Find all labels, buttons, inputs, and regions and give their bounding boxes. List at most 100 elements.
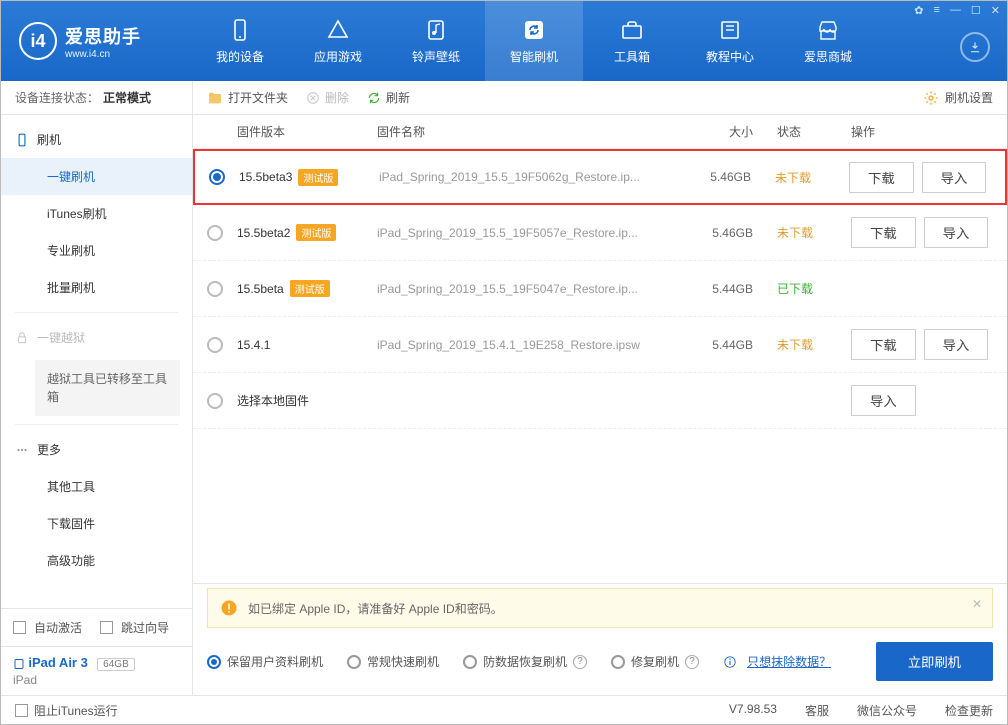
- col-size: 大小: [673, 123, 753, 140]
- update-link[interactable]: 检查更新: [945, 702, 993, 719]
- sidebar-item-oneclick[interactable]: 一键刷机: [1, 158, 192, 195]
- close-button[interactable]: ✕: [991, 4, 1000, 17]
- sidebar-item-other[interactable]: 其他工具: [1, 468, 192, 505]
- footer: 阻止iTunes运行 V7.98.53 客服 微信公众号 检查更新: [1, 695, 1007, 725]
- skip-guide-checkbox[interactable]: [100, 621, 113, 634]
- sidebar-head-more[interactable]: 更多: [1, 431, 192, 468]
- download-button[interactable]: 下载: [851, 329, 916, 360]
- maximize-button[interactable]: ☐: [971, 4, 981, 17]
- app-name: 爱思助手: [65, 23, 141, 49]
- fw-version: 15.5beta3测试版: [239, 169, 379, 186]
- fw-radio[interactable]: [207, 281, 223, 297]
- sidebar-head-flash[interactable]: 刷机: [1, 121, 192, 158]
- nav-my-device[interactable]: 我的设备: [191, 1, 289, 81]
- nav-ringtones[interactable]: 铃声壁纸: [387, 1, 485, 81]
- opt-normal[interactable]: 常规快速刷机: [347, 653, 439, 670]
- fw-radio[interactable]: [209, 169, 225, 185]
- local-fw-radio[interactable]: [207, 393, 223, 409]
- download-button[interactable]: 下载: [851, 217, 916, 248]
- device-icon: [228, 18, 252, 42]
- sidebar-item-itunes[interactable]: iTunes刷机: [1, 195, 192, 232]
- import-button[interactable]: 导入: [922, 162, 987, 193]
- nav-flash[interactable]: 智能刷机: [485, 1, 583, 81]
- col-ops: 操作: [833, 123, 993, 140]
- auto-activate-checkbox[interactable]: [13, 621, 26, 634]
- version-label: V7.98.53: [729, 702, 777, 719]
- window-controls: ✿ ≡ — ☐ ✕: [914, 4, 1000, 17]
- download-button[interactable]: 下载: [849, 162, 914, 193]
- fw-size: 5.44GB: [673, 338, 753, 352]
- local-firmware-row: 选择本地固件 导入: [193, 373, 1007, 429]
- apps-icon: [326, 18, 350, 42]
- toolbox-icon: [620, 18, 644, 42]
- beta-badge: 测试版: [296, 224, 336, 241]
- wechat-link[interactable]: 微信公众号: [857, 702, 917, 719]
- connection-status: 设备连接状态： 正常模式: [1, 81, 192, 115]
- sidebar: 设备连接状态： 正常模式 刷机 一键刷机 iTunes刷机 专业刷机 批量刷机 …: [1, 81, 193, 695]
- app-url: www.i4.cn: [65, 49, 141, 60]
- app-header: i4 爱思助手 www.i4.cn 我的设备 应用游戏 铃声壁纸 智能刷机 工具…: [1, 1, 1007, 81]
- fw-status: 未下载: [751, 169, 831, 186]
- beta-badge: 测试版: [298, 169, 338, 186]
- sidebar-item-batch[interactable]: 批量刷机: [1, 269, 192, 306]
- help-icon[interactable]: ?: [573, 655, 587, 669]
- minimize-button[interactable]: —: [950, 4, 961, 17]
- opt-keepdata[interactable]: 保留用户资料刷机: [207, 653, 323, 670]
- fw-status: 未下载: [753, 224, 833, 241]
- appleid-notice: 如已绑定 Apple ID，请准备好 Apple ID和密码。 ✕: [207, 588, 993, 628]
- nav-apps[interactable]: 应用游戏: [289, 1, 387, 81]
- nav-toolbox[interactable]: 工具箱: [583, 1, 681, 81]
- flash-settings-button[interactable]: 刷机设置: [923, 89, 993, 106]
- sidebar-item-pro[interactable]: 专业刷机: [1, 232, 192, 269]
- fw-radio[interactable]: [207, 337, 223, 353]
- block-itunes-checkbox[interactable]: [15, 704, 28, 717]
- refresh-button[interactable]: 刷新: [367, 89, 410, 106]
- firmware-row: 15.5beta2测试版iPad_Spring_2019_15.5_19F505…: [193, 205, 1007, 261]
- beta-badge: 测试版: [290, 280, 330, 297]
- opt-repair[interactable]: 修复刷机?: [611, 653, 699, 670]
- fw-size: 5.46GB: [673, 226, 753, 240]
- download-manager-icon[interactable]: [960, 32, 990, 62]
- help-icon[interactable]: ?: [685, 655, 699, 669]
- erase-link[interactable]: 只想抹除数据？: [747, 653, 831, 670]
- notice-close-icon[interactable]: ✕: [972, 597, 982, 611]
- open-folder-button[interactable]: 打开文件夹: [207, 89, 288, 106]
- music-icon: [424, 18, 448, 42]
- col-status: 状态: [753, 123, 833, 140]
- support-link[interactable]: 客服: [805, 702, 829, 719]
- fw-filename: iPad_Spring_2019_15.4.1_19E258_Restore.i…: [377, 338, 673, 352]
- flash-now-button[interactable]: 立即刷机: [876, 642, 993, 681]
- info-icon: [723, 655, 737, 669]
- sidebar-head-jailbreak: 一键越狱: [1, 319, 192, 356]
- refresh-icon: [522, 18, 546, 42]
- warning-icon: [220, 599, 238, 617]
- nav-store[interactable]: 爱思商城: [779, 1, 877, 81]
- nav-tutorials[interactable]: 教程中心: [681, 1, 779, 81]
- phone-icon: [15, 133, 29, 147]
- sidebar-item-download[interactable]: 下载固件: [1, 505, 192, 542]
- tablet-icon: [13, 658, 25, 670]
- more-icon: [15, 443, 29, 457]
- fw-size: 5.46GB: [671, 170, 751, 184]
- fw-filename: iPad_Spring_2019_15.5_19F5047e_Restore.i…: [377, 282, 673, 296]
- local-import-button[interactable]: 导入: [851, 385, 916, 416]
- device-info[interactable]: iPad Air 3 64GB iPad: [1, 646, 192, 695]
- gear-icon: [923, 90, 939, 106]
- delete-button[interactable]: 删除: [306, 89, 349, 106]
- delete-icon: [306, 91, 320, 105]
- fw-filename: iPad_Spring_2019_15.5_19F5057e_Restore.i…: [377, 226, 673, 240]
- import-button[interactable]: 导入: [924, 329, 989, 360]
- opt-antiloss[interactable]: 防数据恢复刷机?: [463, 653, 587, 670]
- settings-icon[interactable]: ✿: [914, 4, 923, 17]
- fw-status: 未下载: [753, 336, 833, 353]
- logo-icon: i4: [19, 22, 57, 60]
- local-fw-label: 选择本地固件: [237, 392, 833, 409]
- sidebar-item-advanced[interactable]: 高级功能: [1, 542, 192, 579]
- import-button[interactable]: 导入: [924, 217, 989, 248]
- menu-icon[interactable]: ≡: [933, 4, 939, 17]
- firmware-list: 15.5beta3测试版iPad_Spring_2019_15.5_19F506…: [193, 149, 1007, 373]
- toolbar: 打开文件夹 删除 刷新 刷机设置: [193, 81, 1007, 115]
- firmware-row: 15.4.1iPad_Spring_2019_15.4.1_19E258_Res…: [193, 317, 1007, 373]
- folder-icon: [207, 90, 223, 106]
- fw-radio[interactable]: [207, 225, 223, 241]
